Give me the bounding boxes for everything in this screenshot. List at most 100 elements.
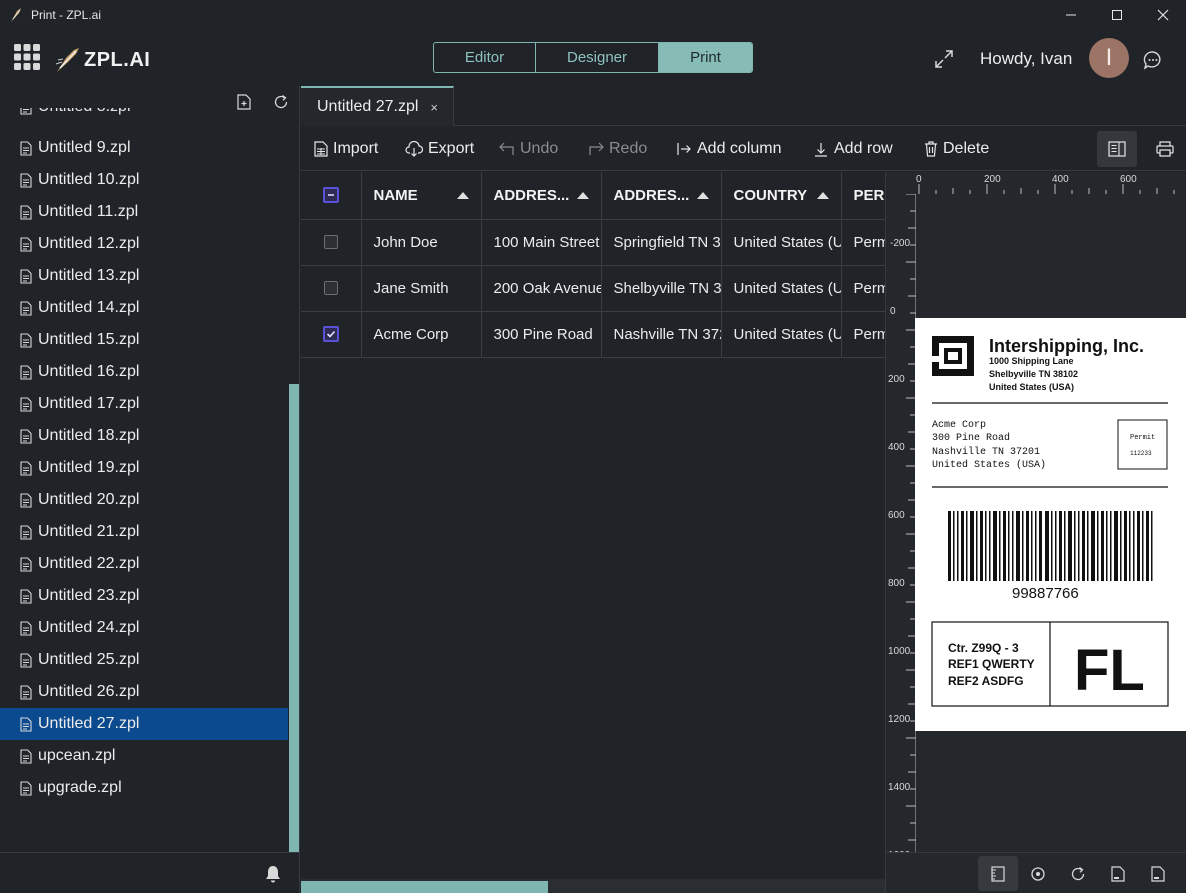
row-checkbox-checked[interactable]: [322, 326, 339, 342]
cell-permit[interactable]: Perm: [841, 265, 885, 312]
file-item[interactable]: Untitled 9.zpl: [0, 132, 288, 164]
label-ref-line: REF2 ASDFG: [948, 674, 1024, 688]
sidebar-scrollbar[interactable]: [289, 384, 299, 852]
column-label: COUNTRY: [733, 186, 808, 204]
file-item-selected[interactable]: Untitled 27.zpl: [0, 708, 288, 740]
ruler-left: -200 0 200 400 600 800 1000 1200 1400 16…: [888, 194, 916, 854]
sort-asc-icon[interactable]: [456, 191, 469, 199]
file-icon: [20, 396, 32, 412]
file-item[interactable]: Untitled 10.zpl: [0, 164, 288, 196]
cell-permit[interactable]: Perm: [841, 219, 885, 266]
cell-address-2[interactable]: Springfield TN 3: [601, 219, 722, 266]
ruler-left-label: -200: [890, 238, 910, 249]
maximize-button[interactable]: [1094, 0, 1140, 30]
cell-address-1[interactable]: 200 Oak Avenue: [481, 265, 602, 312]
file-label: Untitled 9.zpl: [38, 139, 131, 156]
sort-asc-icon[interactable]: [816, 191, 829, 199]
export-button[interactable]: Export: [405, 127, 474, 171]
file-item[interactable]: Untitled 15.zpl: [0, 324, 288, 356]
close-window-button[interactable]: [1140, 0, 1186, 30]
file-item[interactable]: Untitled 20.zpl: [0, 484, 288, 516]
cell-name[interactable]: Jane Smith: [361, 265, 482, 312]
export-pdf-button[interactable]: [1098, 856, 1138, 891]
mode-editor-button[interactable]: Editor: [434, 43, 536, 72]
column-header-address-1[interactable]: ADDRES...: [481, 172, 602, 220]
center-view-button[interactable]: [1018, 856, 1058, 891]
table-row[interactable]: John Doe 100 Main Street Springfield TN …: [301, 219, 885, 266]
row-checkbox[interactable]: [323, 281, 338, 295]
mode-designer-button[interactable]: Designer: [536, 43, 659, 72]
row-select-cell: [301, 311, 362, 358]
cell-name[interactable]: Acme Corp: [361, 311, 482, 358]
add-row-button[interactable]: Add row: [813, 127, 893, 171]
bell-icon[interactable]: [265, 865, 281, 883]
rotate-button[interactable]: [1058, 856, 1098, 891]
cell-name[interactable]: John Doe: [361, 219, 482, 266]
redo-button[interactable]: Redo: [588, 127, 647, 171]
minimize-button[interactable]: [1048, 0, 1094, 30]
file-item[interactable]: Untitled 16.zpl: [0, 356, 288, 388]
table-row[interactable]: Acme Corp 300 Pine Road Nashville TN 372…: [301, 311, 885, 358]
file-item[interactable]: Untitled 17.zpl: [0, 388, 288, 420]
file-item[interactable]: Untitled 21.zpl: [0, 516, 288, 548]
cell-country[interactable]: United States (U: [721, 219, 842, 266]
file-item[interactable]: Untitled 26.zpl: [0, 676, 288, 708]
export-png-button[interactable]: [1138, 856, 1178, 891]
expand-icon[interactable]: [934, 49, 954, 69]
file-item[interactable]: Untitled 24.zpl: [0, 612, 288, 644]
delete-button[interactable]: Delete: [924, 127, 989, 171]
file-sidebar: Untitled 8.zpl Untitled 9.zpl Untitled 1…: [0, 86, 300, 893]
sort-asc-icon[interactable]: [576, 191, 589, 199]
refresh-icon[interactable]: [273, 94, 289, 110]
list-item-partial[interactable]: Untitled 8.zpl: [20, 108, 140, 118]
mode-print-button[interactable]: Print: [659, 43, 752, 72]
table-horizontal-scrollbar[interactable]: [301, 879, 886, 893]
file-item[interactable]: Untitled 19.zpl: [0, 452, 288, 484]
file-icon: [20, 428, 32, 444]
print-button[interactable]: [1145, 131, 1185, 167]
chat-icon[interactable]: [1143, 50, 1163, 70]
tab-close-icon[interactable]: ×: [430, 100, 438, 115]
new-file-icon[interactable]: [237, 94, 251, 110]
file-item[interactable]: Untitled 22.zpl: [0, 548, 288, 580]
table-row[interactable]: Jane Smith 200 Oak Avenue Shelbyville TN…: [301, 265, 885, 312]
file-item[interactable]: upcean.zpl: [0, 740, 288, 772]
file-label: Untitled 16.zpl: [38, 363, 140, 380]
add-column-button[interactable]: Add column: [676, 127, 782, 171]
add-row-label: Add row: [834, 140, 893, 157]
cell-address-1[interactable]: 300 Pine Road: [481, 311, 602, 358]
import-button[interactable]: Import: [314, 127, 378, 171]
file-item[interactable]: Untitled 14.zpl: [0, 292, 288, 324]
file-item[interactable]: Untitled 25.zpl: [0, 644, 288, 676]
cell-address-1[interactable]: 100 Main Street: [481, 219, 602, 266]
avatar[interactable]: I: [1089, 38, 1129, 78]
file-label: Untitled 20.zpl: [38, 491, 140, 508]
select-all-checkbox[interactable]: [322, 187, 339, 204]
row-checkbox[interactable]: [323, 235, 338, 249]
cell-permit[interactable]: Perm: [841, 311, 885, 358]
file-item[interactable]: Untitled 11.zpl: [0, 196, 288, 228]
file-item[interactable]: Untitled 23.zpl: [0, 580, 288, 612]
file-item[interactable]: upgrade.zpl: [0, 772, 288, 804]
scrollbar-thumb[interactable]: [301, 881, 548, 893]
table-header-row: NAME ADDRES... ADDRES... COUNTRY PERM: [301, 172, 885, 220]
ruler-toggle-button[interactable]: [978, 856, 1018, 891]
toggle-preview-button[interactable]: [1097, 131, 1137, 167]
add-column-label: Add column: [697, 140, 782, 157]
file-item[interactable]: Untitled 18.zpl: [0, 420, 288, 452]
column-header-name[interactable]: NAME: [361, 172, 482, 220]
cell-country[interactable]: United States (U: [721, 311, 842, 358]
apps-grid-icon[interactable]: [14, 44, 40, 70]
file-icon: [20, 716, 32, 732]
undo-button[interactable]: Undo: [499, 127, 558, 171]
file-item[interactable]: Untitled 12.zpl: [0, 228, 288, 260]
tab-untitled-27[interactable]: Untitled 27.zpl ×: [301, 86, 454, 126]
sort-asc-icon[interactable]: [696, 191, 709, 199]
column-header-country[interactable]: COUNTRY: [721, 172, 842, 220]
column-header-permit[interactable]: PERM: [841, 172, 885, 220]
file-item[interactable]: Untitled 13.zpl: [0, 260, 288, 292]
cell-address-2[interactable]: Nashville TN 372: [601, 311, 722, 358]
cell-address-2[interactable]: Shelbyville TN 3: [601, 265, 722, 312]
cell-country[interactable]: United States (U: [721, 265, 842, 312]
column-header-address-2[interactable]: ADDRES...: [601, 172, 722, 220]
